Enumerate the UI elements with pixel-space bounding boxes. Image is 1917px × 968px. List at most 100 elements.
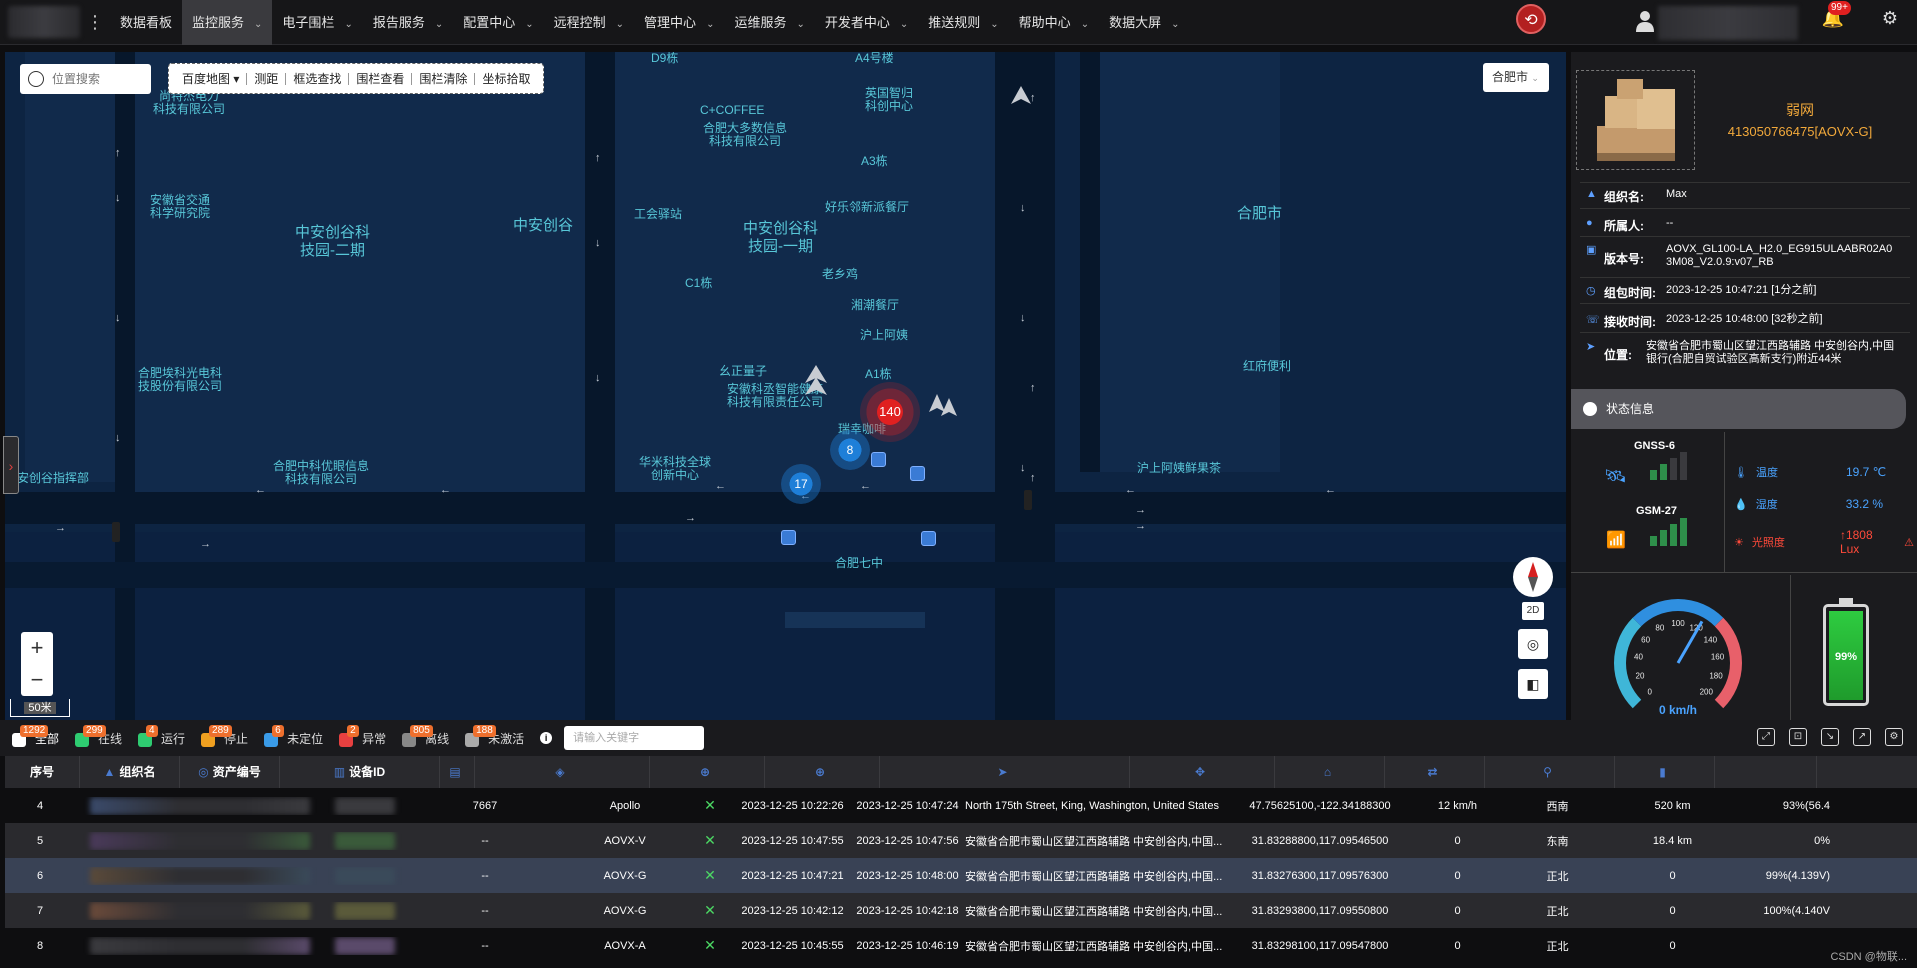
device-cluster[interactable]: 8: [830, 430, 870, 470]
locate-button[interactable]: ◎: [1518, 629, 1548, 659]
settings-icon[interactable]: ⚙: [1876, 8, 1904, 36]
map-poi-label[interactable]: 合肥市: [1237, 205, 1282, 223]
map-poi-label[interactable]: C+COFFEE: [700, 104, 764, 117]
column-header[interactable]: ▮: [1615, 756, 1715, 788]
map-type-select[interactable]: 百度地图 ▾: [175, 72, 248, 85]
nav-item[interactable]: 报告服务 ⌄: [363, 0, 453, 45]
column-header[interactable]: ▥ 设备ID: [280, 756, 440, 788]
column-header[interactable]: 序号: [5, 756, 80, 788]
device-marker[interactable]: [871, 452, 886, 467]
nav-item[interactable]: 数据大屏 ⌄: [1099, 0, 1189, 45]
coordinate-pick-button[interactable]: 坐标拾取: [475, 73, 537, 85]
device-cluster[interactable]: 17: [781, 464, 821, 504]
map-poi-label[interactable]: 老乡鸡: [822, 268, 858, 281]
map-poi-label[interactable]: D9栋: [651, 52, 678, 65]
device-cluster[interactable]: 140: [860, 382, 920, 442]
filter-tab[interactable]: 6 未定位: [264, 725, 323, 747]
device-marker[interactable]: [781, 530, 796, 545]
map-poi-label[interactable]: 沪上阿姨: [860, 329, 908, 342]
map-poi-label[interactable]: 中安创谷: [513, 217, 573, 235]
column-settings-icon[interactable]: ⚙: [1885, 728, 1903, 746]
map-poi-label[interactable]: A1栋: [865, 368, 892, 381]
nav-item[interactable]: 数据看板: [110, 0, 182, 45]
view-2d-button[interactable]: 2D: [1522, 602, 1544, 620]
map-poi-label[interactable]: 安徽省交通 科学研究院: [150, 194, 210, 220]
column-header[interactable]: ◈: [475, 756, 650, 788]
share-icon[interactable]: ↗: [1853, 728, 1871, 746]
map-poi-label[interactable]: 合肥埃科光电科 技股份有限公司: [138, 367, 222, 393]
column-header[interactable]: ⊕: [650, 756, 765, 788]
column-header[interactable]: ⇄: [1385, 756, 1485, 788]
map-poi-label[interactable]: A4号楼: [855, 52, 894, 65]
fence-view-button[interactable]: 围栏查看: [349, 72, 413, 85]
filter-tab[interactable]: 4 运行: [138, 725, 185, 747]
map-poi-label[interactable]: C1栋: [685, 277, 712, 290]
column-header[interactable]: [1715, 756, 1817, 788]
keyword-search-input[interactable]: 请输入关键字: [564, 726, 705, 750]
zoom-in-button[interactable]: +: [21, 632, 53, 664]
expand-handle[interactable]: ›: [3, 436, 19, 494]
map-poi-label[interactable]: 英国智归 科创中心: [865, 87, 913, 113]
filter-tab[interactable]: 289 停止: [201, 725, 248, 747]
nav-item[interactable]: 推送规则 ⌄: [918, 0, 1008, 45]
table-row[interactable]: 4 7667 Apollo ✕ 2023-12-25 10:22:26 2023-12-2…: [5, 788, 1917, 823]
filter-tab[interactable]: 805 离线: [402, 725, 449, 747]
map-poi-label[interactable]: 合肥大多数信息 科技有限公司: [703, 122, 787, 148]
column-header[interactable]: ✥: [1130, 756, 1275, 788]
map-poi-label[interactable]: A3栋: [861, 155, 888, 168]
map-poi-label[interactable]: 华米科技全球 创新中心: [639, 456, 711, 482]
column-header[interactable]: ⊕: [765, 756, 880, 788]
nav-item[interactable]: 远程控制 ⌄: [544, 0, 634, 45]
fence-clear-button[interactable]: 围栏清除: [412, 72, 476, 85]
map-poi-label[interactable]: 沪上阿姨鲜果茶: [1137, 462, 1221, 475]
device-marker[interactable]: [921, 531, 936, 546]
screenshot-icon[interactable]: ⊡: [1789, 728, 1807, 746]
vehicle-icon[interactable]: [805, 365, 827, 395]
table-row[interactable]: 8 -- AOVX-A ✕ 2023-12-25 10:45:55 2023-12-25 …: [5, 928, 1917, 963]
app-logo[interactable]: [8, 6, 80, 38]
nav-item[interactable]: 管理中心 ⌄: [634, 0, 724, 45]
measure-button[interactable]: 测距: [247, 72, 287, 85]
table-row[interactable]: 6 -- AOVX-G ✕ 2023-12-25 10:47:21 2023-12-25 …: [5, 858, 1917, 893]
column-header[interactable]: ◎ 资产编号: [180, 756, 280, 788]
map-poi-label[interactable]: 合肥七中: [835, 557, 883, 570]
map-canvas[interactable]: 尚特杰电力 科技有限公司 安徽省交通 科学研究院 中安创谷科 技园-二期 中安创谷 合肥…: [5, 52, 1566, 720]
map-poi-label[interactable]: 合肥中科优眼信息 科技有限公司: [273, 460, 369, 486]
map-poi-label[interactable]: 幺正量子: [719, 365, 767, 378]
map-poi-label[interactable]: 湘潮餐厅: [851, 299, 899, 312]
compass-icon[interactable]: [1513, 557, 1553, 597]
map-poi-label[interactable]: 好乐邻新派餐厅: [825, 201, 909, 214]
table-row[interactable]: 5 -- AOVX-V ✕ 2023-12-25 10:47:55 2023-12-25 …: [5, 823, 1917, 858]
filter-tab[interactable]: 2 异常: [339, 725, 386, 747]
nav-item[interactable]: 运维服务 ⌄: [724, 0, 814, 45]
box-select-button[interactable]: 框选查找: [286, 72, 350, 85]
fullscreen-icon[interactable]: ⤢: [1757, 728, 1775, 746]
column-header[interactable]: ⚲: [1485, 756, 1615, 788]
column-header[interactable]: ▤: [440, 756, 475, 788]
column-header[interactable]: ⌂: [1275, 756, 1385, 788]
nav-item[interactable]: 开发者中心 ⌄: [815, 0, 918, 45]
map-poi-label[interactable]: 中安创谷科 技园-二期: [295, 224, 370, 260]
location-search[interactable]: [20, 64, 151, 94]
nav-item[interactable]: 配置中心 ⌄: [453, 0, 543, 45]
status-info-header[interactable]: 状态信息: [1571, 389, 1906, 429]
map-poi-label[interactable]: 工会驿站: [634, 208, 682, 221]
device-marker[interactable]: [910, 466, 925, 481]
zoom-out-button[interactable]: −: [21, 664, 53, 696]
table-row[interactable]: 7 -- AOVX-G ✕ 2023-12-25 10:42:12 2023-12-25 …: [5, 893, 1917, 928]
layer-toggle-button[interactable]: ◧: [1518, 669, 1548, 699]
filter-tab[interactable]: 1292 全部: [12, 725, 59, 747]
map-poi-label[interactable]: 红府便利: [1243, 360, 1291, 373]
column-header[interactable]: ➤: [880, 756, 1130, 788]
vehicle-icon[interactable]: [929, 394, 959, 418]
nav-item[interactable]: 监控服务 ⌄: [182, 0, 273, 45]
menu-dots-icon[interactable]: ⋮: [86, 12, 104, 33]
info-icon[interactable]: i: [540, 732, 553, 744]
export-icon[interactable]: ↘: [1821, 728, 1839, 746]
history-icon[interactable]: ⟲: [1516, 4, 1546, 34]
nav-item[interactable]: 帮助中心 ⌄: [1009, 0, 1099, 45]
nav-item[interactable]: 电子围栏 ⌄: [272, 0, 362, 45]
location-search-input[interactable]: [52, 72, 142, 86]
city-select[interactable]: 合肥市 ⌄: [1483, 63, 1549, 92]
column-header[interactable]: ▲ 组织名: [80, 756, 180, 788]
